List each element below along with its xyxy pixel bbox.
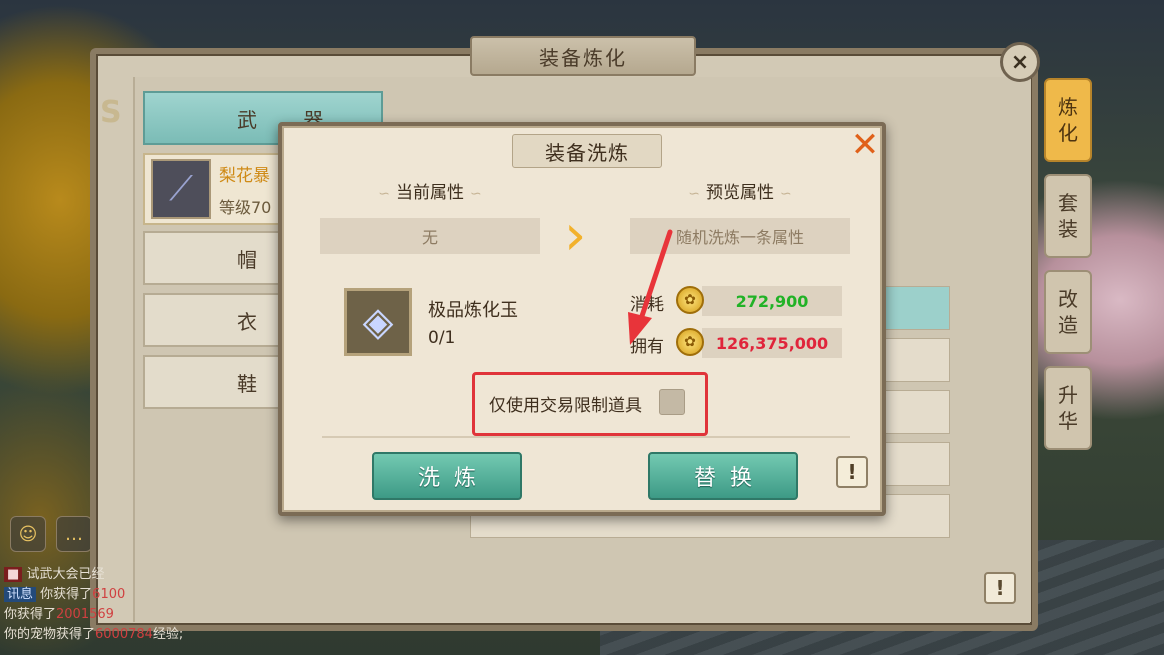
decoration-icon: ∽ [378,186,390,202]
decoration-icon: ∽ [780,186,792,202]
chat-tag: ■ [4,567,23,582]
coin-icon: ✿ [676,328,704,356]
side-tab-bar: 炼 化 套 装 改 造 升 华 [1044,78,1092,462]
cost-label: 消耗 [630,295,664,315]
chat-text: 你获得了 [4,607,57,622]
tab-label: 改 [1058,287,1078,311]
chat-shortcuts: ☺ … [10,516,92,552]
tab-label: 炼 [1058,95,1078,119]
tab-upgrade[interactable]: 升 华 [1044,366,1092,450]
chat-line: 你的宠物获得了6000784经验; [4,625,214,645]
current-attr-title: 当前属性 [396,183,464,203]
panel-info-button[interactable]: ! [984,572,1016,604]
chat-line: 讯息 你获得了6100 [4,585,214,605]
tab-label: 化 [1058,121,1078,145]
tab-refine[interactable]: 炼 化 [1044,78,1092,162]
decoration-icon: ∽ [688,186,700,202]
dialog-info-button[interactable]: ! [836,456,868,488]
ornament-icon: S [100,95,122,130]
dialog-title: 装备洗炼 [512,134,662,168]
preview-attr-title: 预览属性 [706,183,774,203]
chat-text: 试武大会已经 [26,567,105,582]
chat-value: 6100 [92,587,126,602]
chat-line: ■ 试武大会已经 [4,565,214,585]
refine-jade-icon[interactable]: ◈ [344,288,412,356]
chat-text: 你获得了 [40,587,93,602]
refine-dialog: 装备洗炼 ✕ ∽ 当前属性 ∽ ∽ 预览属性 ∽ 无 › 随机洗炼一条属性 ◈ 极品炼化… [278,122,886,516]
chat-bubble-icon[interactable]: … [56,516,92,552]
trade-restrict-option: 仅使用交易限制道具 [472,372,708,436]
chat-tag: 讯息 [4,587,37,602]
preview-attr-value: 随机洗炼一条属性 [630,218,850,254]
divider [322,436,850,438]
chat-text: 经验; [152,627,184,642]
own-value: 126,375,000 [702,328,842,358]
cost-value: 272,900 [702,286,842,316]
arrow-right-icon: › [564,203,587,268]
chat-log: ■ 试武大会已经 讯息 你获得了6100 你获得了2001569 你的宠物获得了… [4,565,214,645]
tab-label: 华 [1058,409,1078,433]
panel-close-button[interactable]: × [1000,42,1040,82]
chat-line: 你获得了2001569 [4,605,214,625]
tab-label: 套 [1058,191,1078,215]
trade-restrict-label: 仅使用交易限制道具 [489,396,642,416]
own-label: 拥有 [630,337,664,357]
spear-icon: ⟋ [151,159,211,219]
material-count: 0/1 [428,328,456,348]
replace-button[interactable]: 替换 [648,452,798,500]
tab-modify[interactable]: 改 造 [1044,270,1092,354]
dialog-close-button[interactable]: ✕ [848,128,882,162]
decoration-icon: ∽ [470,186,482,202]
current-attr-value: 无 [320,218,540,254]
refine-button[interactable]: 洗炼 [372,452,522,500]
preview-attr-header: ∽ 预览属性 ∽ [630,178,850,203]
tab-set[interactable]: 套 装 [1044,174,1092,258]
trade-restrict-checkbox[interactable] [659,389,685,415]
item-name: 梨花暴 [219,165,270,186]
tab-label: 升 [1058,383,1078,407]
coin-icon: ✿ [676,286,704,314]
chat-text: 你的宠物获得了 [4,627,96,642]
material-name: 极品炼化玉 [428,300,518,321]
current-attr-header: ∽ 当前属性 ∽ [320,178,540,203]
emote-icon[interactable]: ☺ [10,516,46,552]
tab-label: 装 [1058,217,1078,241]
tab-label: 造 [1058,313,1078,337]
item-level: 等级70 [219,197,272,217]
panel-title: 装备炼化 [470,36,696,76]
chat-value: 6000784 [95,627,153,642]
chat-value: 2001569 [56,607,114,622]
